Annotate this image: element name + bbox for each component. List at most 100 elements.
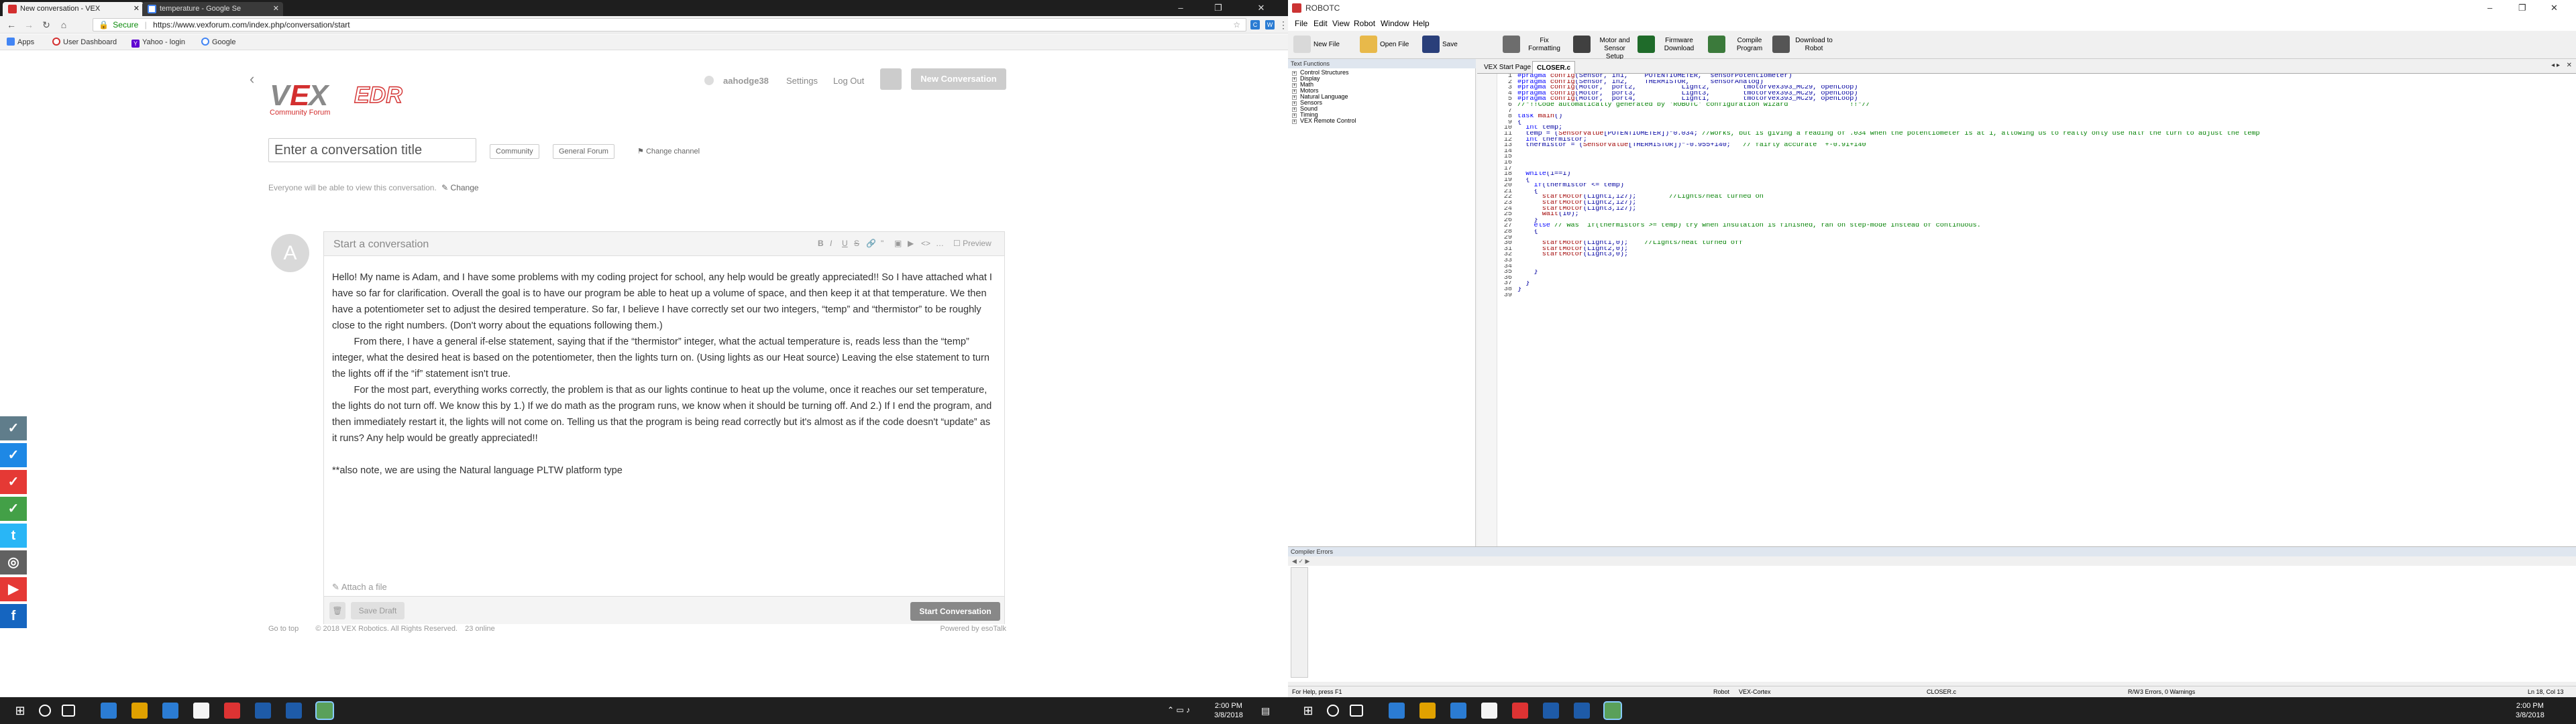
code-line[interactable]: startMotor(Light1,0); //Lights/heat turn… xyxy=(1517,241,2571,247)
clock[interactable]: 2:00 PM 3/8/2018 xyxy=(2516,701,2544,720)
code-line[interactable]: startMotor(Light2,127); xyxy=(1517,200,2571,206)
new-conversation-button[interactable]: New Conversation xyxy=(911,68,1006,90)
word-icon[interactable] xyxy=(286,703,302,719)
download-to-robot-button[interactable]: Download to Robot xyxy=(1771,33,1837,57)
instagram-icon[interactable]: ◎ xyxy=(0,550,27,575)
extension-icon[interactable]: C xyxy=(1250,20,1260,29)
code-line[interactable] xyxy=(1517,258,2571,264)
word-icon[interactable] xyxy=(1574,703,1590,719)
task-view-icon[interactable] xyxy=(62,705,75,717)
close-tab-icon[interactable]: ✕ xyxy=(273,2,279,16)
image-icon[interactable]: ▣ xyxy=(894,239,902,248)
more-icon[interactable]: … xyxy=(936,239,944,248)
menu-file[interactable]: File xyxy=(1295,16,1307,31)
vex-social-icon[interactable]: ✓ xyxy=(0,497,27,521)
code-line[interactable] xyxy=(1517,149,2571,155)
error-toolbar-icon[interactable]: ▶ xyxy=(1305,558,1310,564)
menu-icon[interactable]: ⋮ xyxy=(1277,19,1288,31)
code-line[interactable] xyxy=(1517,166,2571,172)
firmware-download-button[interactable]: Firmware Download xyxy=(1636,33,1703,57)
edge-icon[interactable] xyxy=(1389,703,1405,719)
twitter-icon[interactable]: t xyxy=(0,524,27,548)
vex-edr-logo[interactable]: V E X EDR Community Forum xyxy=(270,76,444,116)
code-line[interactable]: int temp; xyxy=(1517,125,2571,131)
code-line[interactable]: { xyxy=(1517,120,2571,126)
username-link[interactable]: aahodge38 xyxy=(723,76,769,86)
code-line[interactable]: } xyxy=(1517,269,2571,276)
error-toolbar-icon[interactable]: ✓ xyxy=(1298,558,1303,564)
url-bar[interactable]: 🔒 Secure | https://www.vexforum.com/inde… xyxy=(93,18,1246,32)
channel-general-forum[interactable]: General Forum xyxy=(553,144,614,159)
bookmark-yahoo[interactable]: Y Yahoo - login xyxy=(131,37,185,48)
cortana-icon[interactable] xyxy=(1327,705,1339,717)
code-line[interactable] xyxy=(1517,154,2571,160)
code-line[interactable]: } xyxy=(1517,287,2571,293)
close-tab-icon[interactable]: ✕ xyxy=(2567,62,2572,69)
visibility-change-link[interactable]: ✎ Change xyxy=(441,183,478,192)
settings-link[interactable]: Settings xyxy=(786,76,818,86)
tab-temperature-search[interactable]: temperature - Google Se ✕ xyxy=(142,2,283,16)
code-line[interactable] xyxy=(1517,293,2571,299)
conversation-title-input[interactable]: Enter a conversation title xyxy=(268,138,476,162)
code-line[interactable] xyxy=(1517,264,2571,270)
start-conversation-button[interactable]: Start Conversation xyxy=(910,602,1000,621)
code-line[interactable]: } xyxy=(1517,281,2571,287)
code-line[interactable]: int thermistor; xyxy=(1517,137,2571,143)
vex-social-icon[interactable]: ✓ xyxy=(0,416,27,440)
expand-icon[interactable]: + xyxy=(1292,107,1297,112)
minimize-icon[interactable]: – xyxy=(2487,0,2492,16)
close-tab-icon[interactable]: ✕ xyxy=(133,2,140,16)
extension-icon[interactable]: W xyxy=(1265,20,1275,29)
strikethrough-icon[interactable]: S xyxy=(854,239,859,248)
attach-file-link[interactable]: ✎ Attach a file xyxy=(332,582,387,593)
chrome-icon[interactable] xyxy=(1512,703,1528,719)
code-line[interactable]: #pragma config(Motor, port4, Light1, tmo… xyxy=(1517,97,2571,103)
code-line[interactable]: startMotor(Light3,127); xyxy=(1517,206,2571,213)
chrome-icon[interactable] xyxy=(224,703,240,719)
windows-start-icon[interactable]: ⊞ xyxy=(1300,703,1316,719)
code-line[interactable]: #pragma config(Sensor, in2, THERMISTOR, … xyxy=(1517,80,2571,86)
close-window-icon[interactable]: ✕ xyxy=(1248,0,1275,16)
expand-icon[interactable]: + xyxy=(1292,77,1297,82)
camera-icon[interactable] xyxy=(1481,703,1497,719)
code-line[interactable]: { xyxy=(1517,189,2571,195)
code-line[interactable]: startMotor(Light2,0); xyxy=(1517,247,2571,253)
link-icon[interactable]: 🔗 xyxy=(866,239,876,248)
channel-community[interactable]: Community xyxy=(490,144,539,159)
code-line[interactable] xyxy=(1517,276,2571,282)
powered-by[interactable]: Powered by esoTalk xyxy=(941,625,1006,633)
change-channel-link[interactable]: ⚑ Change channel xyxy=(637,147,700,156)
code-line[interactable]: { xyxy=(1517,178,2571,184)
code-line[interactable]: } xyxy=(1517,218,2571,224)
save-button[interactable]: Save xyxy=(1421,33,1483,57)
edge-icon[interactable] xyxy=(101,703,117,719)
code-line[interactable]: thermistor = (SensorValue[THERMISTOR])*-… xyxy=(1517,143,2571,149)
clock[interactable]: 2:00 PM 3/8/2018 xyxy=(1214,701,1243,720)
facebook-icon[interactable]: f xyxy=(0,604,27,628)
post-body-textarea[interactable]: Hello! My name is Adam, and I have some … xyxy=(332,269,996,479)
word-icon[interactable] xyxy=(255,703,271,719)
code-line[interactable]: //*!!Code automatically generated by 'RO… xyxy=(1517,103,2571,109)
tray-icons[interactable]: ⌃ ▭ ♪ xyxy=(1167,705,1190,715)
fix-formatting-button[interactable]: Fix Formatting xyxy=(1501,33,1566,57)
bookmark-star-icon[interactable]: ☆ xyxy=(1233,19,1240,31)
close-window-icon[interactable]: ✕ xyxy=(2551,0,2558,16)
save-draft-button[interactable]: Save Draft xyxy=(351,602,405,619)
code-line[interactable]: while(1==1) xyxy=(1517,172,2571,178)
code-line[interactable]: wait(10); xyxy=(1517,212,2571,218)
tab-closer-c[interactable]: CLOSER.c xyxy=(1532,61,1576,74)
reload-icon[interactable]: ↻ xyxy=(40,19,52,31)
bookmark-user-dashboard[interactable]: User Dashboard xyxy=(52,37,117,48)
new-file-button[interactable]: New File xyxy=(1292,33,1352,57)
error-toolbar-icon[interactable]: ◀ xyxy=(1292,558,1297,564)
expand-icon[interactable]: + xyxy=(1292,95,1297,100)
vex-social-icon[interactable]: ✓ xyxy=(0,470,27,494)
code-line[interactable]: #pragma config(Sensor, in1, POTENTIOMETE… xyxy=(1517,74,2571,80)
tab-vex-start-page[interactable]: VEX Start Page xyxy=(1480,61,1535,74)
notification-icon[interactable]: ▤ xyxy=(1261,705,1270,717)
vex-social-icon[interactable]: ✓ xyxy=(0,443,27,467)
windows-start-icon[interactable]: ⊞ xyxy=(12,703,28,719)
expand-icon[interactable]: + xyxy=(1292,113,1297,118)
code-line[interactable]: if(thermistor <= temp) xyxy=(1517,183,2571,189)
forward-icon[interactable]: → xyxy=(23,19,35,31)
